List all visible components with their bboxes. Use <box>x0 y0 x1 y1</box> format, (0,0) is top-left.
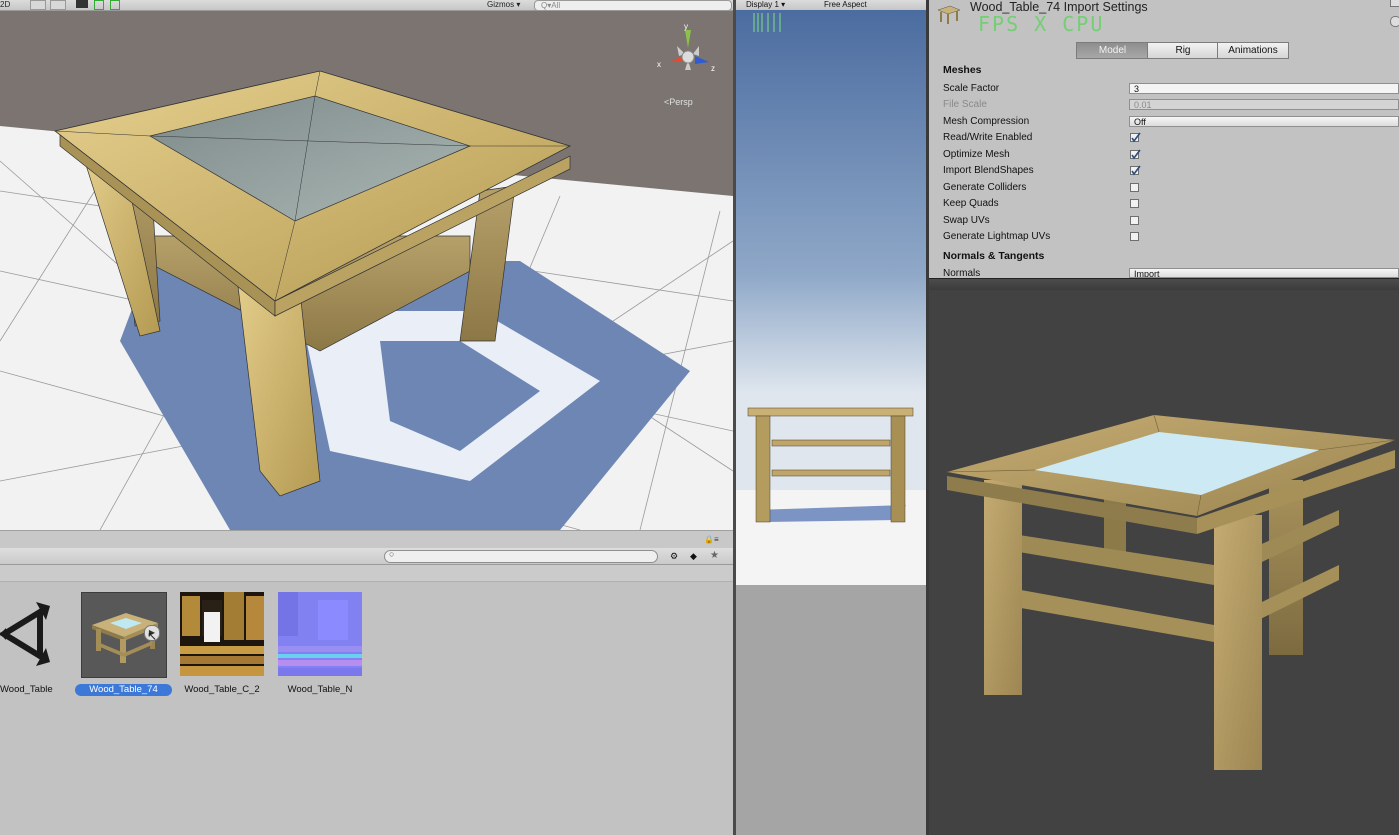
keep-quads-label: Keep Quads <box>943 198 999 209</box>
filter-by-type-icon[interactable]: ⚙ <box>670 551 680 561</box>
asset-label-wood-table: Wood_Table <box>0 684 53 695</box>
gizmo-axis-y: y <box>684 22 688 31</box>
fps-overlay: FPS X CPU <box>978 12 1105 36</box>
scene-search-input[interactable]: Q▾All <box>534 0 732 11</box>
normals-tangents-header: Normals & Tangents <box>943 250 1045 262</box>
read-write-checkbox[interactable] <box>1130 132 1141 143</box>
model-preview[interactable] <box>929 290 1399 835</box>
lighting-toggle-icon[interactable] <box>30 0 46 10</box>
check-icon <box>1131 165 1141 176</box>
model-asset-icon <box>936 3 962 25</box>
game-viewport <box>736 10 926 585</box>
effects-toggle-icon[interactable] <box>76 0 88 8</box>
asset-wood-table-c-2[interactable] <box>180 592 264 676</box>
aspect-dropdown[interactable]: Free Aspect <box>824 0 867 9</box>
lock-icon[interactable]: 🔒≡ <box>704 535 719 544</box>
scale-factor-label: Scale Factor <box>943 83 1000 94</box>
optimize-mesh-label: Optimize Mesh <box>943 149 1010 160</box>
tab-rig[interactable]: Rig <box>1147 42 1219 59</box>
file-scale-input: 0.01 <box>1129 99 1399 110</box>
asset-label-wood-table-74: Wood_Table_74 <box>75 684 172 696</box>
gizmos-label: Gizmos <box>487 0 515 9</box>
swap-uvs-label: Swap UVs <box>943 215 990 226</box>
import-blendshapes-label: Import BlendShapes <box>943 165 1034 176</box>
audio-toggle-icon[interactable] <box>50 0 66 10</box>
scene-viewport <box>0 11 733 530</box>
game-view[interactable] <box>736 10 926 585</box>
project-breadcrumb <box>0 565 733 582</box>
mesh-compression-label: Mesh Compression <box>943 116 1030 127</box>
asset-wood-table[interactable] <box>0 592 60 677</box>
generate-colliders-label: Generate Colliders <box>943 182 1027 193</box>
meshes-header: Meshes <box>943 64 982 76</box>
preview-viewport <box>946 414 1396 770</box>
normals-label: Normals <box>943 268 981 278</box>
settings-gear-icon[interactable] <box>1390 0 1399 7</box>
normal-map-thumbnail <box>278 592 362 676</box>
generate-lightmap-uvs-checkbox[interactable] <box>1130 232 1139 241</box>
filter-by-label-icon[interactable]: ◆ <box>690 551 700 561</box>
tab-animations[interactable]: Animations <box>1217 42 1289 59</box>
asset-label-wood-table-n: Wood_Table_N <box>287 684 353 695</box>
2d-toggle[interactable]: 2D <box>0 0 10 9</box>
asset-wood-table-n[interactable] <box>278 592 362 676</box>
keep-quads-checkbox[interactable] <box>1130 199 1139 208</box>
scene-view[interactable]: y x z <Persp <box>0 11 733 530</box>
display-label: Display 1 <box>746 0 779 9</box>
optimize-mesh-checkbox[interactable] <box>1130 149 1141 160</box>
projection-label[interactable]: <Persp <box>664 97 693 107</box>
game-empty-area <box>736 585 926 835</box>
unity-logo-icon <box>0 602 50 666</box>
scene-camera-icon[interactable] <box>94 0 104 10</box>
layers-icon[interactable] <box>110 0 120 10</box>
projection-text: Persp <box>669 97 693 107</box>
swap-uvs-checkbox[interactable] <box>1130 216 1139 225</box>
import-blendshapes-checkbox[interactable] <box>1130 165 1141 176</box>
asset-wood-table-74[interactable]: ▶ ↖ <box>81 592 167 678</box>
tab-model[interactable]: Model <box>1076 42 1149 59</box>
generate-lightmap-uvs-label: Generate Lightmap UVs <box>943 231 1051 242</box>
check-icon <box>1131 149 1141 160</box>
check-icon <box>1131 132 1141 143</box>
gizmos-dropdown[interactable]: Gizmos ▾ <box>487 0 520 9</box>
open-button[interactable] <box>1390 16 1399 27</box>
orientation-gizmo-icon <box>669 30 709 70</box>
mesh-compression-dropdown[interactable]: Off <box>1129 116 1399 127</box>
read-write-label: Read/Write Enabled <box>943 132 1033 143</box>
favorites-star-icon[interactable]: ★ <box>710 550 720 561</box>
generate-colliders-checkbox[interactable] <box>1130 183 1139 192</box>
gizmo-axis-z: z <box>711 64 715 73</box>
scale-factor-input[interactable]: 3 <box>1129 83 1399 94</box>
gizmo-axis-x: x <box>657 60 661 69</box>
scene-toolbar: 2D Gizmos ▾ Q▾All <box>0 0 733 11</box>
project-search-input[interactable]: ○ <box>384 549 658 563</box>
project-tab-bar: 🔒≡ <box>0 530 733 549</box>
scene-orientation-gizmo[interactable]: y x z <box>655 22 725 86</box>
file-scale-label: File Scale <box>943 99 987 110</box>
mouse-cursor-icon: ↖ <box>147 629 158 643</box>
search-icon: ○ <box>389 549 395 559</box>
display-dropdown[interactable]: Display 1 ▾ <box>746 0 785 9</box>
asset-label-wood-table-c-2: Wood_Table_C_2 <box>184 684 260 695</box>
normals-dropdown[interactable]: Import <box>1129 268 1399 278</box>
texture-thumbnail <box>180 592 264 676</box>
